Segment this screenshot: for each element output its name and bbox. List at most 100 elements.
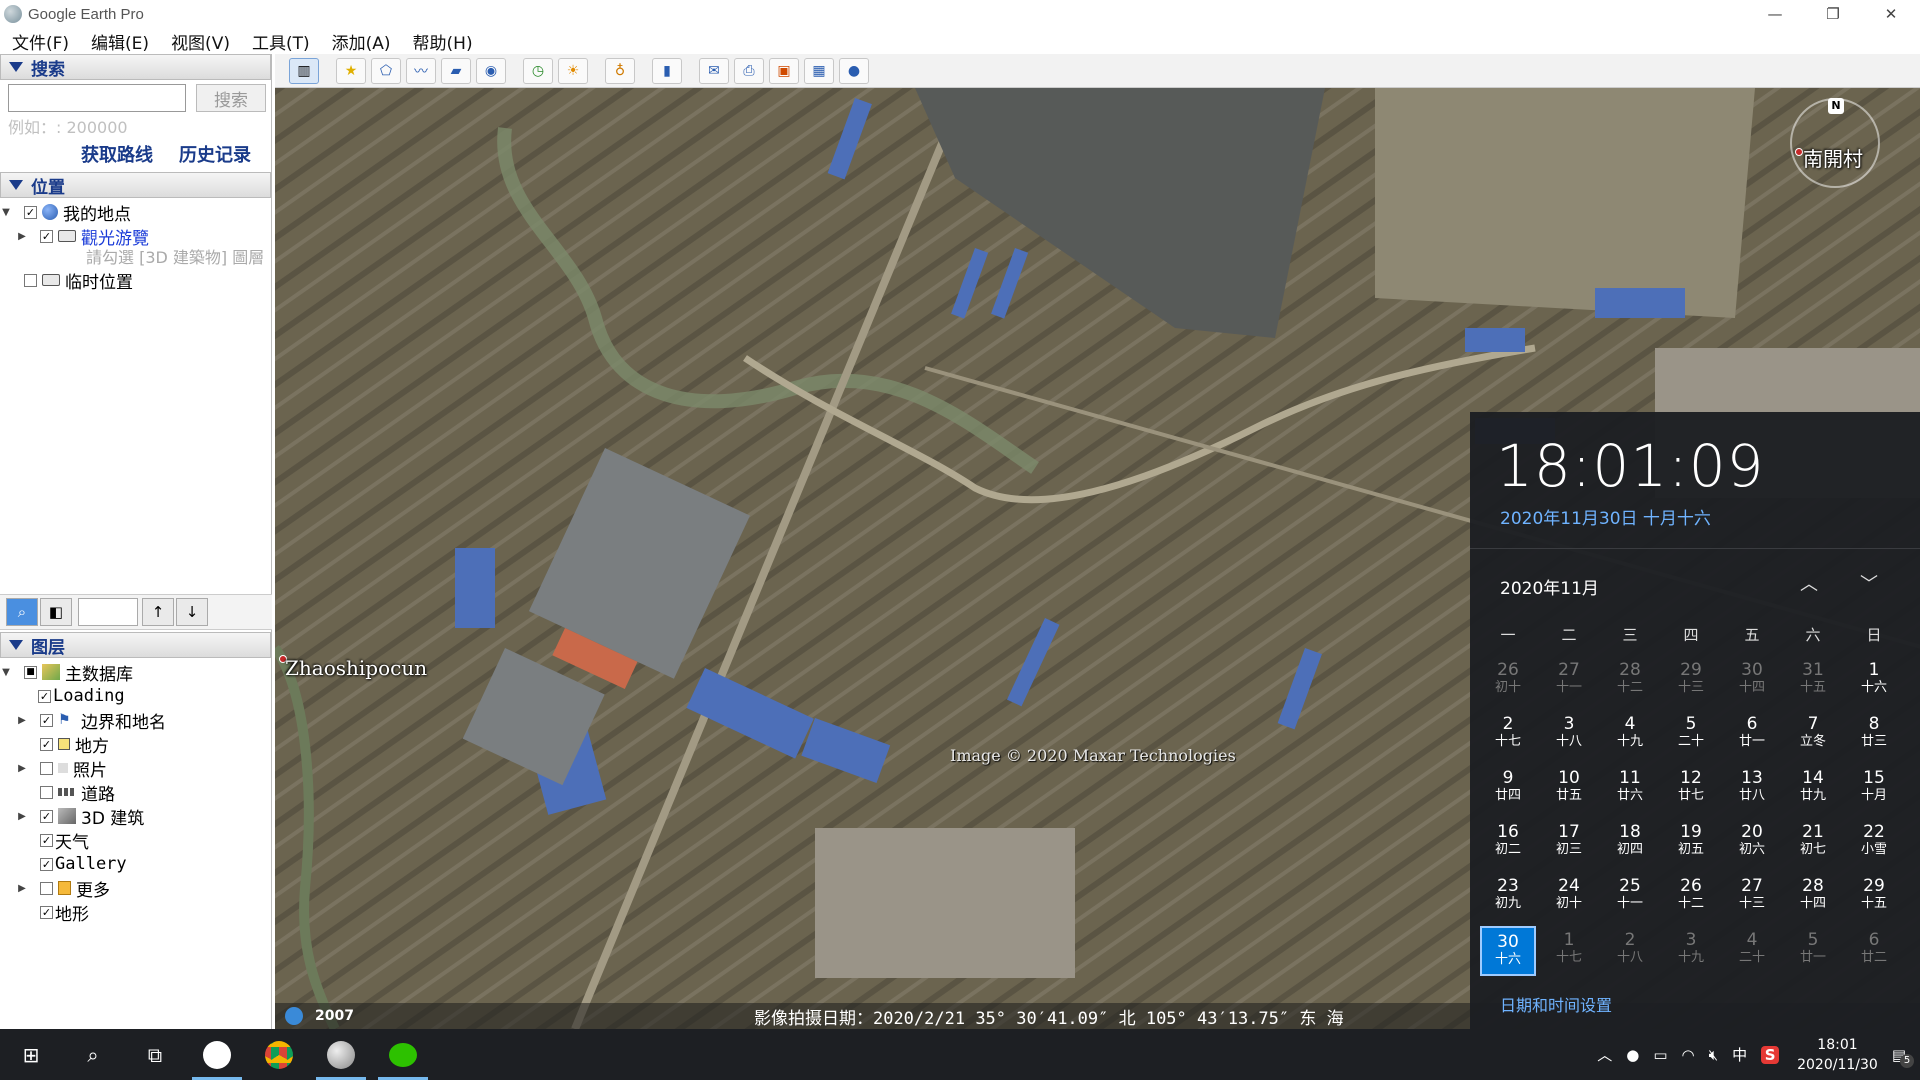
calendar-day[interactable]: 6 廿二 — [1846, 926, 1902, 976]
calendar-day[interactable]: 3 十八 — [1541, 710, 1597, 760]
layer-weather[interactable]: ✓ 天气 — [0, 828, 270, 853]
add-path-icon[interactable]: 〰 — [406, 57, 436, 84]
checkbox[interactable] — [24, 273, 37, 287]
checkbox[interactable] — [40, 761, 53, 775]
tray-app-icon[interactable]: ● — [1626, 1046, 1639, 1064]
tree-item-my-places[interactable]: ▼ ✓ 我的地点 — [0, 200, 271, 225]
checkbox[interactable]: ✓ — [38, 689, 51, 703]
wechat-icon[interactable] — [372, 1029, 434, 1080]
task-view-icon[interactable]: ⧉ — [124, 1029, 186, 1080]
menu-help[interactable]: 帮助(H) — [413, 29, 473, 54]
menu-edit[interactable]: 编辑(E) — [91, 29, 149, 54]
arrow-down-icon[interactable]: ↓ — [176, 598, 208, 626]
layers-panel-header[interactable]: 图层 — [0, 632, 271, 658]
calendar-day[interactable]: 2 十八 — [1602, 926, 1658, 976]
layer-roads[interactable]: 道路 — [0, 780, 270, 805]
historical-imagery-icon[interactable]: ◷ — [523, 57, 553, 84]
layer-primary-db[interactable]: ▼ ■ 主数据库 — [0, 660, 270, 685]
layer-borders[interactable]: ▶ ✓ ⚑ 边界和地名 — [0, 708, 270, 733]
layer-photos[interactable]: ▶ 照片 — [0, 756, 270, 781]
calendar-day[interactable]: 12 廿七 — [1663, 764, 1719, 814]
calendar-day[interactable]: 27 十三 — [1724, 872, 1780, 922]
menu-view[interactable]: 视图(V) — [171, 29, 230, 54]
search-input[interactable] — [8, 84, 186, 112]
expand-right-icon[interactable]: ▶ — [16, 811, 28, 822]
calendar-day[interactable]: 14 廿九 — [1785, 764, 1841, 814]
calendar-day[interactable]: 30 十四 — [1724, 656, 1780, 706]
volume-muted-icon[interactable]: 🔇︎ — [1709, 1046, 1718, 1064]
calendar-day[interactable]: 17 初三 — [1541, 818, 1597, 868]
calendar-day[interactable]: 28 十四 — [1785, 872, 1841, 922]
calendar-day[interactable]: 3 十九 — [1663, 926, 1719, 976]
checkbox[interactable]: ✓ — [40, 833, 53, 847]
save-image-icon[interactable]: ▣ — [769, 57, 799, 84]
calendar-day[interactable]: 26 十二 — [1663, 872, 1719, 922]
calendar-day[interactable]: 21 初七 — [1785, 818, 1841, 868]
minimize-button[interactable]: — — [1746, 0, 1804, 28]
date-time-settings-link[interactable]: 日期和时间设置 — [1500, 992, 1612, 1016]
tree-item-sightseeing[interactable]: ▶ ✓ 觀光游覽 — [0, 224, 271, 249]
calendar-day[interactable]: 24 初十 — [1541, 872, 1597, 922]
print-icon[interactable]: ⎙ — [734, 57, 764, 84]
arrow-up-icon[interactable]: ↑ — [142, 598, 174, 626]
navigation-compass[interactable]: N — [1790, 98, 1880, 188]
calendar-day[interactable]: 27 十一 — [1541, 656, 1597, 706]
checkbox[interactable]: ✓ — [40, 737, 53, 751]
calendar-day[interactable]: 7 立冬 — [1785, 710, 1841, 760]
app-calligraphy-icon[interactable] — [186, 1029, 248, 1080]
sogou-input-icon[interactable]: S — [1761, 1045, 1780, 1064]
search-places-icon[interactable]: ⌕ — [6, 598, 38, 626]
history-link[interactable]: 历史记录 — [179, 141, 251, 167]
checkbox[interactable]: ✓ — [40, 809, 53, 823]
add-overlay-icon[interactable]: ▰ — [441, 57, 471, 84]
calendar-day[interactable]: 20 初六 — [1724, 818, 1780, 868]
map-label-zhaoshipocun[interactable]: Zhaoshipocun — [285, 656, 427, 680]
calendar-day[interactable]: 2 十七 — [1480, 710, 1536, 760]
search-panel-header[interactable]: 搜索 — [0, 54, 271, 80]
checkbox[interactable]: ✓ — [40, 857, 53, 871]
calendar-day[interactable]: 29 十五 — [1846, 872, 1902, 922]
menu-file[interactable]: 文件(F) — [12, 29, 69, 54]
calendar-day[interactable]: 4 十九 — [1602, 710, 1658, 760]
chevron-up-icon[interactable]: ︿ — [1800, 570, 1818, 596]
layer-loading[interactable]: ✓ Loading — [0, 684, 270, 708]
search-icon[interactable]: ⌕ — [62, 1029, 124, 1080]
add-placemark-icon[interactable]: ★ — [336, 57, 366, 84]
calendar-day[interactable]: 5 廿一 — [1785, 926, 1841, 976]
calendar-day[interactable]: 10 廿五 — [1541, 764, 1597, 814]
expand-right-icon[interactable]: ▶ — [16, 715, 28, 726]
expand-down-icon[interactable]: ▼ — [0, 207, 12, 218]
compass-north-icon[interactable]: N — [1828, 98, 1844, 114]
checkbox[interactable]: ✓ — [24, 205, 37, 219]
calendar-month[interactable]: 2020年11月 — [1500, 574, 1599, 599]
calendar-day[interactable]: 23 初九 — [1480, 872, 1536, 922]
calendar-day-today[interactable]: 30 十六 — [1480, 926, 1536, 976]
menu-tools[interactable]: 工具(T) — [252, 29, 310, 54]
checkbox[interactable]: ✓ — [40, 229, 53, 243]
calendar-day[interactable]: 9 廿四 — [1480, 764, 1536, 814]
calendar-day[interactable]: 25 十一 — [1602, 872, 1658, 922]
checkbox[interactable] — [40, 881, 53, 895]
calendar-day[interactable]: 22 小雪 — [1846, 818, 1902, 868]
notifications-icon[interactable]: ▤ 5 — [1892, 1046, 1914, 1068]
expand-down-icon[interactable]: ▼ — [0, 667, 12, 678]
calendar-day[interactable]: 15 十月 — [1846, 764, 1902, 814]
checkbox[interactable] — [40, 785, 53, 799]
expand-right-icon[interactable]: ▶ — [16, 883, 28, 894]
places-filter-input[interactable] — [78, 598, 138, 626]
layer-places[interactable]: ✓ 地方 — [0, 732, 270, 757]
checkbox[interactable]: ✓ — [40, 905, 53, 919]
calendar-day[interactable]: 26 初十 — [1480, 656, 1536, 706]
calendar-day[interactable]: 4 二十 — [1724, 926, 1780, 976]
calendar-day[interactable]: 6 廿一 — [1724, 710, 1780, 760]
calendar-day[interactable]: 1 十六 — [1846, 656, 1902, 706]
view-in-maps-icon[interactable]: ▦ — [804, 57, 834, 84]
sunlight-icon[interactable]: ☀ — [558, 57, 588, 84]
google-earth-taskbar-icon[interactable] — [310, 1029, 372, 1080]
tree-item-temp-places[interactable]: 临时位置 — [0, 268, 271, 293]
calendar-day[interactable]: 13 廿八 — [1724, 764, 1780, 814]
battery-icon[interactable]: ▭ — [1653, 1046, 1667, 1064]
flyout-date[interactable]: 2020年11月30日 十月十六 — [1500, 504, 1711, 529]
calendar-day[interactable]: 8 廿三 — [1846, 710, 1902, 760]
ime-indicator[interactable]: 中 — [1732, 1044, 1747, 1065]
